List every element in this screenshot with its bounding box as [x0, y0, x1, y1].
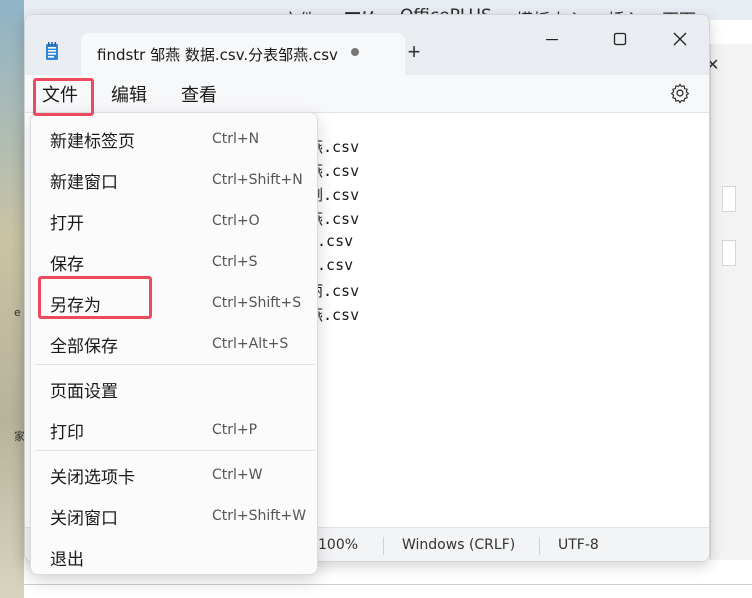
menu-item-shortcut: Ctrl+Alt+S: [212, 336, 289, 352]
menu-item-label: 全部保存: [50, 337, 118, 357]
menu-item-shortcut: Ctrl+O: [212, 213, 260, 229]
gear-icon[interactable]: [669, 82, 691, 104]
menu-item-open[interactable]: 打开 Ctrl+O: [35, 199, 315, 239]
encoding[interactable]: UTF-8: [558, 537, 599, 553]
menu-item-shortcut: Ctrl+N: [212, 131, 260, 147]
menu-item-new-window[interactable]: 新建窗口 Ctrl+Shift+N: [35, 158, 315, 198]
menu-bar: 文件 编辑 查看: [25, 75, 709, 113]
menu-item-close-window[interactable]: 关闭窗口 Ctrl+Shift+W: [35, 494, 315, 534]
menu-view[interactable]: 查看: [181, 81, 217, 107]
menu-item-label: 退出: [50, 550, 84, 570]
menu-item-label: 保存: [50, 255, 84, 275]
title-bar: findstr 邹燕 数据.csv.分表邹燕.csv +: [25, 15, 709, 75]
file-menu-dropdown: 新建标签页 Ctrl+N 新建窗口 Ctrl+Shift+N 打开 Ctrl+O…: [30, 112, 318, 575]
menu-item-label: 页面设置: [50, 382, 118, 402]
menu-item-page-setup[interactable]: 页面设置: [35, 367, 315, 407]
menu-item-save-all[interactable]: 全部保存 Ctrl+Alt+S: [35, 322, 315, 362]
menu-item-new-tab[interactable]: 新建标签页 Ctrl+N: [35, 117, 315, 157]
tab-title: findstr 邹燕 数据.csv.分表邹燕.csv: [97, 46, 338, 64]
zoom-level[interactable]: 100%: [318, 537, 358, 553]
minimize-icon: [546, 39, 558, 41]
menu-item-shortcut: Ctrl+Shift+W: [212, 508, 307, 524]
menu-item-shortcut: Ctrl+W: [212, 467, 263, 483]
background-window-pane: [710, 44, 752, 564]
menu-item-label: 关闭窗口: [50, 509, 118, 529]
menu-separator: [35, 450, 315, 451]
desktop-background: [0, 0, 24, 598]
menu-item-print[interactable]: 打印 Ctrl+P: [35, 408, 315, 448]
menu-item-exit[interactable]: 退出: [35, 535, 315, 575]
highlight-box-file-menu: [33, 78, 94, 116]
status-divider: [383, 537, 384, 555]
document-tab[interactable]: findstr 邹燕 数据.csv.分表邹燕.csv: [81, 33, 405, 75]
status-divider: [539, 537, 540, 555]
menu-item-label: 打开: [50, 214, 84, 234]
menu-item-shortcut: Ctrl+Shift+N: [212, 172, 303, 188]
line-ending[interactable]: Windows (CRLF): [402, 537, 515, 553]
close-icon: [673, 32, 687, 46]
new-tab-button[interactable]: +: [401, 39, 427, 65]
menu-item-shortcut: Ctrl+Shift+S: [212, 295, 302, 311]
maximize-button[interactable]: [597, 25, 643, 53]
minimize-button[interactable]: [529, 25, 575, 53]
unsaved-indicator-icon[interactable]: [351, 48, 359, 56]
menu-item-label: 新建标签页: [50, 132, 135, 152]
background-divider: [24, 584, 752, 585]
menu-item-label: 关闭选项卡: [50, 468, 135, 488]
close-button[interactable]: [657, 25, 703, 53]
notepad-icon: [46, 42, 58, 60]
highlight-box-save-as: [38, 276, 152, 319]
menu-item-shortcut: Ctrl+S: [212, 254, 258, 270]
background-text-fragment: e: [14, 306, 21, 319]
background-field: [722, 186, 736, 212]
menu-separator: [35, 364, 315, 365]
menu-item-shortcut: Ctrl+P: [212, 422, 258, 438]
menu-edit[interactable]: 编辑: [111, 81, 147, 107]
maximize-icon: [613, 32, 627, 46]
menu-item-close-tab[interactable]: 关闭选项卡 Ctrl+W: [35, 453, 315, 493]
menu-item-save[interactable]: 保存 Ctrl+S: [35, 240, 315, 280]
menu-item-label: 打印: [50, 423, 84, 443]
background-field: [722, 240, 736, 266]
menu-item-label: 新建窗口: [50, 173, 118, 193]
